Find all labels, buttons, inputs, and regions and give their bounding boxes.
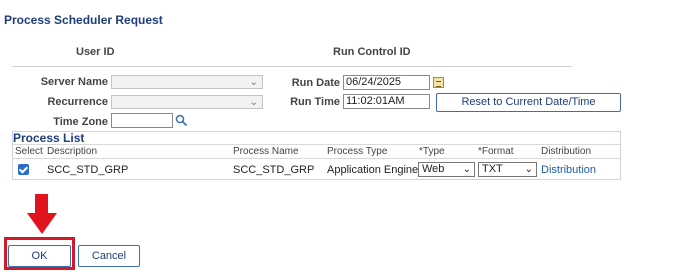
cancel-button[interactable]: Cancel bbox=[78, 245, 140, 267]
type-select[interactable]: Web ⌄ bbox=[418, 162, 475, 177]
run-control-id-label: Run Control ID bbox=[333, 46, 411, 58]
row-process-name: SCC_STD_GRP bbox=[233, 164, 315, 176]
recurrence-label: Recurrence bbox=[47, 96, 108, 108]
row-select-checkbox[interactable] bbox=[18, 164, 29, 175]
run-time-input[interactable]: 11:02:01AM bbox=[343, 94, 430, 109]
chevron-down-icon: ⌄ bbox=[462, 164, 471, 175]
run-date-label: Run Date bbox=[291, 77, 340, 89]
divider bbox=[13, 144, 620, 145]
chevron-down-icon: ⌄ bbox=[524, 164, 533, 175]
reset-date-time-button[interactable]: Reset to Current Date/Time bbox=[436, 93, 621, 112]
divider bbox=[13, 158, 620, 159]
column-header-distribution: Distribution bbox=[541, 146, 592, 157]
annotation-arrow-shaft bbox=[35, 194, 48, 214]
ok-button[interactable]: OK bbox=[8, 245, 71, 267]
process-list-title: Process List bbox=[13, 131, 85, 145]
format-select[interactable]: TXT ⌄ bbox=[478, 162, 537, 177]
chevron-down-icon: ⌄ bbox=[249, 97, 258, 108]
row-description: SCC_STD_GRP bbox=[47, 164, 129, 176]
run-time-label: Run Time bbox=[290, 96, 340, 108]
column-header-process-type: Process Type bbox=[327, 146, 388, 157]
column-header-process-name: Process Name bbox=[233, 146, 299, 157]
run-date-input[interactable]: 06/24/2025 bbox=[343, 75, 430, 90]
column-header-format: *Format bbox=[478, 146, 514, 157]
search-icon[interactable] bbox=[175, 114, 188, 127]
server-name-label: Server Name bbox=[40, 76, 108, 88]
page-title: Process Scheduler Request bbox=[4, 13, 163, 27]
user-id-label: User ID bbox=[76, 46, 115, 58]
row-process-type: Application Engine bbox=[327, 164, 419, 176]
time-zone-input[interactable] bbox=[111, 113, 173, 128]
calendar-icon[interactable] bbox=[433, 77, 444, 88]
column-header-description: Description bbox=[47, 146, 98, 157]
column-header-type: *Type bbox=[419, 146, 445, 157]
recurrence-select[interactable]: ⌄ bbox=[111, 95, 263, 109]
format-select-value: TXT bbox=[482, 163, 503, 175]
distribution-link[interactable]: Distribution bbox=[541, 164, 596, 176]
type-select-value: Web bbox=[422, 163, 445, 175]
annotation-arrow-head bbox=[27, 213, 57, 234]
column-header-select: Select bbox=[15, 146, 43, 157]
header-divider bbox=[12, 66, 572, 67]
chevron-down-icon: ⌄ bbox=[249, 77, 258, 88]
time-zone-label: Time Zone bbox=[53, 116, 108, 128]
server-name-select[interactable]: ⌄ bbox=[111, 75, 263, 89]
